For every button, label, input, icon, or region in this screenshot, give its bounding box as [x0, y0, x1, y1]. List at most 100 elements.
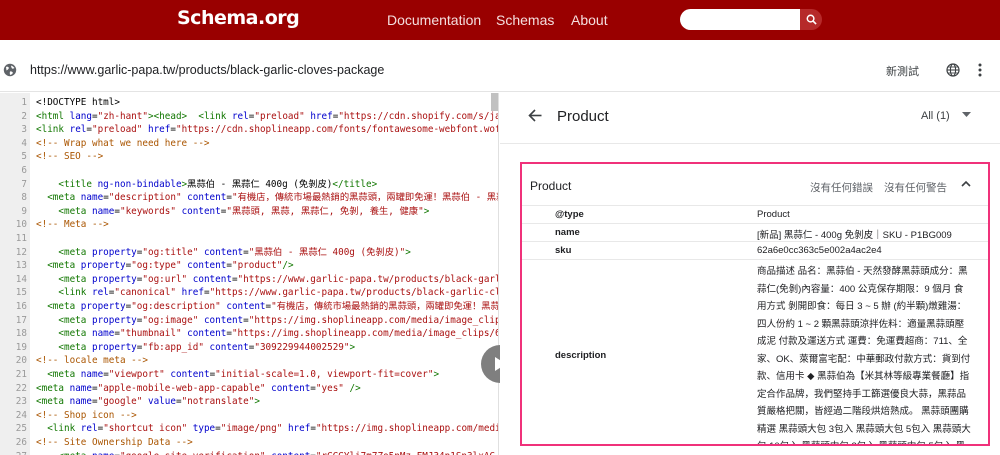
- code-line: 10 <!-- Meta -->: [0, 218, 490, 232]
- code-line: 2 <html lang="zh-hant"><head> <link rel="…: [0, 110, 498, 124]
- code-text: <meta property="og:url" content="https:/…: [58, 273, 499, 285]
- site-logo[interactable]: Schema.org: [177, 7, 300, 29]
- nav-about[interactable]: About: [571, 12, 608, 28]
- line-number: 25: [15, 423, 27, 435]
- code-line: 4 <!-- Wrap what we need here -->: [0, 137, 490, 151]
- code-line: 19 <meta property="fb:app_id" content="3…: [0, 341, 490, 355]
- line-number: 3: [21, 124, 27, 136]
- line-number: 24: [15, 409, 27, 421]
- line-number: 26: [15, 437, 27, 448]
- code-line: 23 <meta name="google" value="notranslate…: [0, 395, 490, 409]
- description-key: description: [555, 350, 607, 361]
- url-bar: https://www.garlic-papa.tw/products/blac…: [0, 46, 1000, 92]
- code-text: <meta name="google-site-verification" co…: [36, 450, 495, 455]
- code-text: <meta name="keywords" content="黑蒜頭, 黑蒜, …: [58, 205, 430, 217]
- line-number: 6: [21, 165, 27, 176]
- globe-icon: [3, 63, 17, 77]
- line-number: 11: [15, 233, 27, 244]
- results-title: Product: [557, 108, 609, 125]
- error-status: 沒有任何錯誤: [810, 182, 873, 194]
- line-number: 15: [15, 287, 27, 299]
- new-test-button[interactable]: 新測試: [886, 63, 919, 79]
- line-number: 2: [21, 110, 27, 122]
- code-line: 17 <meta property="og:image" content="ht…: [0, 314, 498, 328]
- code-text: <meta property="og:description" content=…: [47, 301, 499, 312]
- language-icon[interactable]: [946, 63, 960, 77]
- code-text: <link rel="shortcut icon" type="image/pn…: [47, 423, 499, 435]
- code-line: 21 <meta name="viewport" content="initia…: [0, 368, 490, 382]
- search-input[interactable]: [680, 9, 802, 30]
- line-number: 9: [21, 205, 27, 217]
- dropdown-caret-icon[interactable]: [962, 112, 971, 118]
- code-text: <meta property="og:type" content="produc…: [47, 260, 294, 272]
- line-number: 20: [15, 355, 27, 367]
- code-line: 22 <meta name="apple-mobile-web-app-capab…: [0, 382, 490, 396]
- code-line: 16 <meta property="og:description" conte…: [0, 300, 498, 314]
- more-vert-icon[interactable]: [976, 62, 984, 78]
- card-header[interactable]: Product 沒有任何錯誤 沒有任何警告: [522, 164, 988, 206]
- code-line: 26 <!-- Site Ownership Data -->: [0, 436, 490, 450]
- line-number: 8: [21, 192, 27, 204]
- property-key: name: [555, 227, 580, 238]
- code-line: 25 <link rel="shortcut icon" type="image…: [0, 422, 498, 436]
- code-text: <title ng-non-bindable>黑蒜伯 - 黑蒜仁 400g (免…: [58, 178, 378, 190]
- nav-documentation[interactable]: Documentation: [387, 12, 481, 28]
- property-value: [新品] 黑蒜仁 - 400g 免剝皮｜SKU - P1BG009: [757, 230, 952, 241]
- code-line: 7 <title ng-non-bindable>黑蒜伯 - 黑蒜仁 400g …: [0, 178, 490, 192]
- code-line: 27 <meta name="google-site-verification"…: [0, 450, 495, 455]
- line-number: 17: [15, 314, 27, 326]
- code-line: 14 <meta property="og:url" content="http…: [0, 273, 498, 287]
- code-line: 11: [0, 232, 490, 246]
- property-value: 62a6e0cc363c5e002a4ac2e4: [757, 245, 882, 256]
- code-text: <html lang="zh-hant"><head> <link rel="p…: [36, 110, 499, 122]
- search-button[interactable]: [800, 9, 822, 30]
- property-value: Product: [757, 209, 790, 220]
- code-text: <meta property="og:image" content="https…: [58, 314, 499, 326]
- item-filter-select[interactable]: All (1): [921, 110, 950, 122]
- line-number: 19: [15, 341, 27, 353]
- description-row: description 商品描述 品名：黑蒜伯 - 天然發酵黑蒜頭成分：黑蒜仁(…: [522, 260, 988, 444]
- code-text: <link rel="canonical" href="https://www.…: [58, 287, 499, 299]
- code-line: 20 <!-- locale meta -->: [0, 354, 490, 368]
- card-title: Product: [530, 179, 572, 193]
- line-number: 7: [21, 178, 27, 190]
- line-number: 1: [21, 97, 27, 108]
- line-number: 18: [15, 328, 27, 340]
- code-line: 18 <meta name="thumbnail" content="https…: [0, 327, 498, 341]
- site-header: Schema.org Documentation Schemas About: [0, 0, 1000, 40]
- line-number: 4: [21, 137, 27, 149]
- code-line: 5 <!-- SEO -->: [0, 150, 490, 164]
- code-line: 12 <meta property="og:title" content="黑蒜…: [0, 246, 490, 260]
- source-code-pane[interactable]: 1 <!DOCTYPE html> 2 <html lang="zh-hant"><h…: [0, 93, 499, 455]
- code-text: <!-- SEO -->: [36, 151, 104, 163]
- code-text: <meta name="description" content="有機店，傳統…: [47, 192, 499, 204]
- back-arrow-icon[interactable]: [528, 109, 542, 122]
- line-number: 21: [15, 369, 27, 380]
- code-line: 13 <meta property="og:type" content="pro…: [0, 259, 490, 273]
- code-line: 6: [0, 164, 490, 178]
- code-text: <meta name="apple-mobile-web-app-capable…: [36, 382, 361, 394]
- property-row: name [新品] 黑蒜仁 - 400g 免剝皮｜SKU - P1BG009: [522, 224, 988, 242]
- line-number: 22: [15, 382, 27, 394]
- warning-status: 沒有任何警告: [884, 182, 947, 194]
- code-text: <meta property="fb:app_id" content="3092…: [58, 341, 356, 353]
- code-text: <!-- Meta -->: [36, 219, 109, 231]
- code-line: 8 <meta name="description" content="有機店，…: [0, 191, 498, 205]
- collapse-chevron-icon[interactable]: [960, 179, 972, 189]
- line-number: 12: [15, 246, 27, 258]
- line-number: 10: [15, 219, 27, 231]
- description-value: 商品描述 品名：黑蒜伯 - 天然發酵黑蒜頭成分：黑蒜仁(免剝)內容量：400 公…: [757, 266, 971, 444]
- code-scrollbar[interactable]: [491, 93, 498, 111]
- results-pane: Product All (1) Product 沒有任何錯誤 沒有任何警告 @t…: [500, 93, 1000, 455]
- code-line: 1 <!DOCTYPE html>: [0, 96, 490, 110]
- code-text: <!-- Site Ownership Data -->: [36, 437, 193, 448]
- code-line: 15 <link rel="canonical" href="https://w…: [0, 286, 498, 300]
- code-text: <meta name="viewport" content="initial-s…: [47, 369, 440, 380]
- code-line: 3 <link rel="preload" href="https://cdn.s…: [0, 123, 498, 137]
- code-text: <meta property="og:title" content="黑蒜伯 -…: [58, 246, 411, 258]
- code-text: <!DOCTYPE html>: [36, 97, 120, 108]
- nav-schemas[interactable]: Schemas: [496, 12, 554, 28]
- line-number: 14: [15, 273, 27, 285]
- line-number: 23: [15, 396, 27, 408]
- code-text: <meta name="thumbnail" content="https://…: [58, 328, 499, 340]
